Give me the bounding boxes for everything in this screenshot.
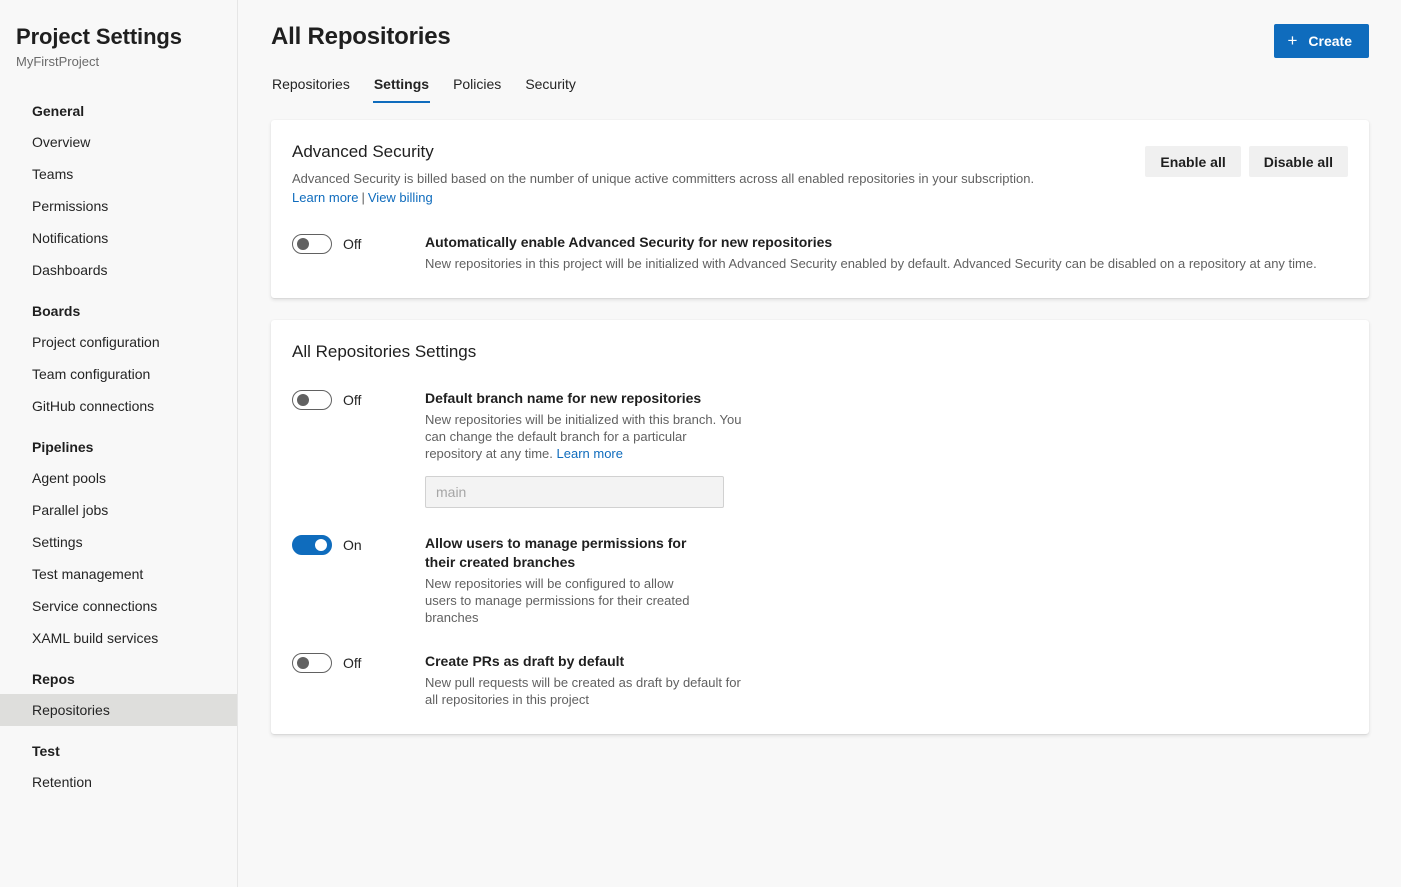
sidebar-project-name: MyFirstProject (16, 54, 100, 69)
sidebar-group-test: Test Retention (0, 736, 237, 798)
sidebar-group-title-repos: Repos (32, 671, 75, 687)
advanced-security-card: Enable all Disable all Advanced Security… (271, 120, 1369, 298)
app-root: Project Settings MyFirstProject General … (0, 0, 1401, 887)
default-branch-name-input[interactable] (425, 476, 724, 508)
link-separator: | (361, 190, 365, 205)
tab-policies[interactable]: Policies (452, 73, 502, 103)
sidebar-item-overview[interactable]: Overview (0, 126, 237, 158)
manage-permissions-toggle[interactable] (292, 535, 332, 555)
sidebar-group-title-general: General (32, 103, 85, 119)
sidebar: Project Settings MyFirstProject General … (0, 0, 238, 887)
default-branch-row: Off Default branch name for new reposito… (292, 389, 1349, 508)
draft-prs-setting-label: Create PRs as draft by default (425, 653, 625, 669)
enable-all-button[interactable]: Enable all (1145, 146, 1241, 177)
toggle-knob-icon (297, 394, 309, 406)
page-title: All Repositories (271, 23, 451, 50)
page-header: All Repositories + Create Repositories S… (238, 0, 1401, 103)
default-branch-setting-description: New repositories will be initialized wit… (425, 411, 743, 462)
sidebar-group-boards: Boards Project configuration Team config… (0, 296, 237, 422)
manage-permissions-setting-body: Allow users to manage permissions for th… (425, 534, 1349, 626)
draft-prs-toggle-group: Off (292, 652, 425, 673)
sidebar-item-agent-pools[interactable]: Agent pools (0, 462, 237, 494)
sidebar-item-notifications[interactable]: Notifications (0, 222, 237, 254)
all-repositories-settings-title: All Repositories Settings (292, 342, 477, 361)
default-branch-toggle-state: Off (343, 392, 362, 408)
tab-security[interactable]: Security (524, 73, 577, 103)
sidebar-group-title-test: Test (32, 743, 60, 759)
main-content: All Repositories + Create Repositories S… (238, 0, 1401, 887)
sidebar-item-test-management[interactable]: Test management (0, 558, 237, 590)
sidebar-item-team-configuration[interactable]: Team configuration (0, 358, 237, 390)
learn-more-link[interactable]: Learn more (292, 190, 358, 205)
sidebar-group-title-pipelines: Pipelines (32, 439, 94, 455)
create-button-label: Create (1308, 33, 1352, 49)
default-branch-toggle[interactable] (292, 390, 332, 410)
sidebar-group-title-boards: Boards (32, 303, 81, 319)
sidebar-item-teams[interactable]: Teams (0, 158, 237, 190)
sidebar-item-service-connections[interactable]: Service connections (0, 590, 237, 622)
sidebar-item-retention[interactable]: Retention (0, 766, 237, 798)
sidebar-title: Project Settings (16, 24, 182, 49)
toggle-knob-icon (315, 539, 327, 551)
plus-icon: + (1287, 30, 1298, 50)
sidebar-header: Project Settings MyFirstProject (0, 0, 237, 70)
sidebar-nav: General Overview Teams Permissions Notif… (0, 96, 237, 798)
manage-permissions-toggle-state: On (343, 537, 362, 553)
create-button[interactable]: + Create (1274, 24, 1369, 58)
sidebar-item-repositories[interactable]: Repositories (0, 694, 237, 726)
manage-permissions-toggle-group: On (292, 534, 425, 555)
auto-enable-setting-description: New repositories in this project will be… (425, 256, 1317, 271)
toggle-knob-icon (297, 657, 309, 669)
default-branch-toggle-group: Off (292, 389, 425, 410)
settings-content: Enable all Disable all Advanced Security… (238, 103, 1401, 734)
sidebar-item-dashboards[interactable]: Dashboards (0, 254, 237, 286)
auto-enable-advanced-security-toggle[interactable] (292, 234, 332, 254)
disable-all-button[interactable]: Disable all (1248, 146, 1348, 177)
sidebar-item-project-configuration[interactable]: Project configuration (0, 326, 237, 358)
sidebar-item-settings[interactable]: Settings (0, 526, 237, 558)
auto-enable-toggle-group: Off (292, 233, 425, 254)
draft-prs-toggle-state: Off (343, 655, 362, 671)
sidebar-item-permissions[interactable]: Permissions (0, 190, 237, 222)
auto-enable-setting-body: Automatically enable Advanced Security f… (425, 233, 1349, 272)
tab-settings[interactable]: Settings (372, 73, 431, 103)
tab-repositories[interactable]: Repositories (271, 73, 351, 103)
draft-prs-setting-body: Create PRs as draft by default New pull … (425, 652, 1349, 708)
draft-prs-setting-description: New pull requests will be created as dra… (425, 675, 741, 707)
advanced-security-actions: Enable all Disable all (1145, 146, 1348, 177)
auto-enable-toggle-state: Off (343, 236, 362, 252)
default-branch-learn-more-link[interactable]: Learn more (557, 446, 623, 461)
draft-prs-row: Off Create PRs as draft by default New p… (292, 652, 1349, 708)
advanced-security-description: Advanced Security is billed based on the… (292, 171, 1035, 186)
advanced-security-links: Learn more | View billing (292, 189, 1349, 207)
auto-enable-setting-label: Automatically enable Advanced Security f… (425, 234, 833, 250)
draft-prs-toggle[interactable] (292, 653, 332, 673)
tab-bar: Repositories Settings Policies Security (271, 73, 1369, 103)
toggle-knob-icon (297, 238, 309, 250)
auto-enable-advanced-security-row: Off Automatically enable Advanced Securi… (292, 233, 1349, 272)
sidebar-group-general: General Overview Teams Permissions Notif… (0, 96, 237, 286)
default-branch-setting-body: Default branch name for new repositories… (425, 389, 1349, 508)
all-repositories-settings-card: All Repositories Settings Off Default br… (271, 320, 1369, 734)
sidebar-item-xaml-build-services[interactable]: XAML build services (0, 622, 237, 654)
manage-permissions-row: On Allow users to manage permissions for… (292, 534, 1349, 626)
manage-permissions-setting-description: New repositories will be configured to a… (425, 576, 690, 625)
default-branch-setting-label: Default branch name for new repositories (425, 390, 702, 406)
sidebar-item-github-connections[interactable]: GitHub connections (0, 390, 237, 422)
sidebar-group-repos: Repos Repositories (0, 664, 237, 726)
view-billing-link[interactable]: View billing (368, 190, 433, 205)
sidebar-item-parallel-jobs[interactable]: Parallel jobs (0, 494, 237, 526)
sidebar-group-pipelines: Pipelines Agent pools Parallel jobs Sett… (0, 432, 237, 654)
manage-permissions-setting-label: Allow users to manage permissions for th… (425, 535, 687, 570)
